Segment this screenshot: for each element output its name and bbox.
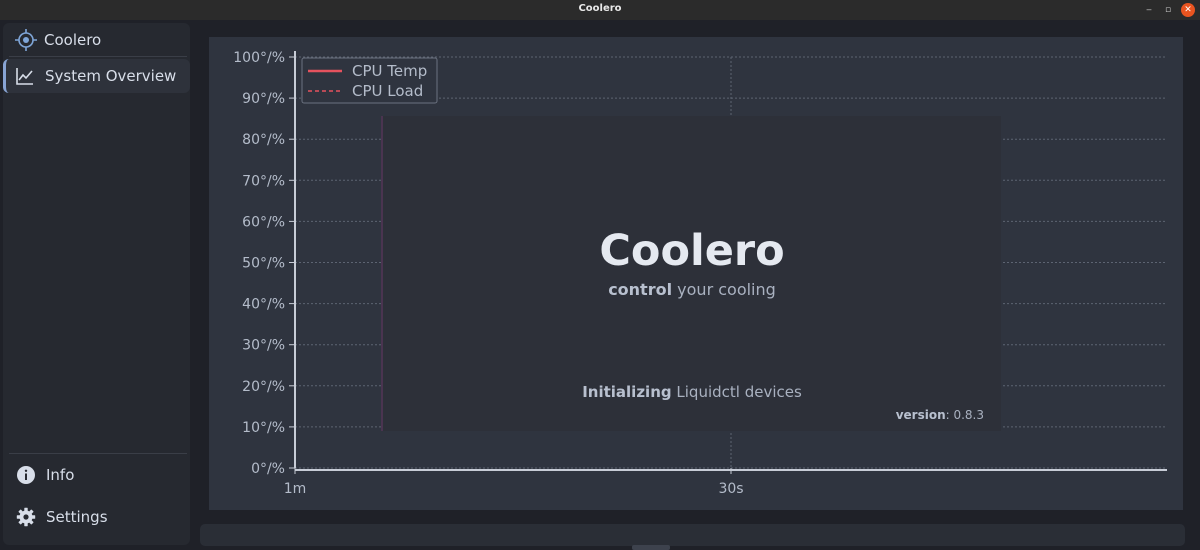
window-titlebar: Coolero ‒ ▫ ✕	[0, 0, 1200, 20]
sidebar-item-label: Settings	[46, 508, 108, 526]
sidebar-brand-label: Coolero	[44, 31, 102, 49]
sidebar-item-label: Info	[46, 466, 75, 484]
y-tick-label: 30°/%	[242, 338, 285, 354]
splash-subtitle-rest: your cooling	[672, 280, 776, 299]
sidebar-divider	[9, 453, 187, 454]
splash-version: version: 0.8.3	[896, 408, 984, 422]
maximize-button[interactable]: ▫	[1161, 3, 1175, 17]
y-tick-label: 40°/%	[242, 297, 285, 313]
info-icon	[14, 463, 38, 487]
minimize-button[interactable]: ‒	[1142, 3, 1156, 17]
close-button[interactable]: ✕	[1181, 3, 1195, 17]
y-tick-label: 10°/%	[242, 420, 285, 436]
y-tick-label: 70°/%	[242, 173, 285, 189]
legend-label: CPU Load	[352, 82, 423, 100]
y-tick-label: 60°/%	[242, 214, 285, 230]
bottom-status-bar	[200, 524, 1185, 546]
y-tick-label: 20°/%	[242, 379, 285, 395]
sidebar-item-system-overview[interactable]: System Overview	[3, 59, 190, 93]
line-chart-icon	[13, 64, 37, 88]
splash-subtitle: control your cooling	[383, 280, 1001, 299]
splash-version-value: : 0.8.3	[945, 408, 984, 422]
sidebar-item-label: System Overview	[45, 67, 177, 85]
sidebar-item-info[interactable]: Info	[3, 458, 190, 492]
sidebar-divider	[9, 56, 187, 57]
legend-label: CPU Temp	[352, 62, 427, 80]
y-tick-label: 0°/%	[251, 461, 285, 477]
sidebar-item-settings[interactable]: Settings	[3, 500, 190, 534]
x-tick-label: 30s	[718, 481, 743, 497]
sidebar: Coolero System Overview Info Settings	[3, 23, 190, 545]
splash-status-bold: Initializing	[582, 383, 672, 401]
x-tick-label: 1m	[284, 481, 307, 497]
y-tick-label: 50°/%	[242, 256, 285, 272]
splash-title: Coolero	[599, 226, 785, 276]
y-tick-label: 100°/%	[233, 50, 285, 66]
window-title: Coolero	[578, 3, 622, 14]
splash-status-rest: Liquidctl devices	[671, 383, 802, 401]
gear-icon	[14, 505, 38, 529]
resize-handle[interactable]	[632, 545, 670, 550]
splash-version-label: version	[895, 408, 946, 422]
y-tick-label: 90°/%	[242, 91, 285, 107]
splash-subtitle-bold: control	[608, 280, 673, 299]
splash-status: Initializing Liquidctl devices	[383, 383, 1001, 401]
y-tick-label: 80°/%	[242, 132, 285, 148]
sidebar-brand[interactable]: Coolero	[3, 23, 190, 57]
splash-screen: Coolero control your cooling Initializin…	[381, 116, 1001, 431]
coolero-logo-icon	[14, 28, 38, 52]
